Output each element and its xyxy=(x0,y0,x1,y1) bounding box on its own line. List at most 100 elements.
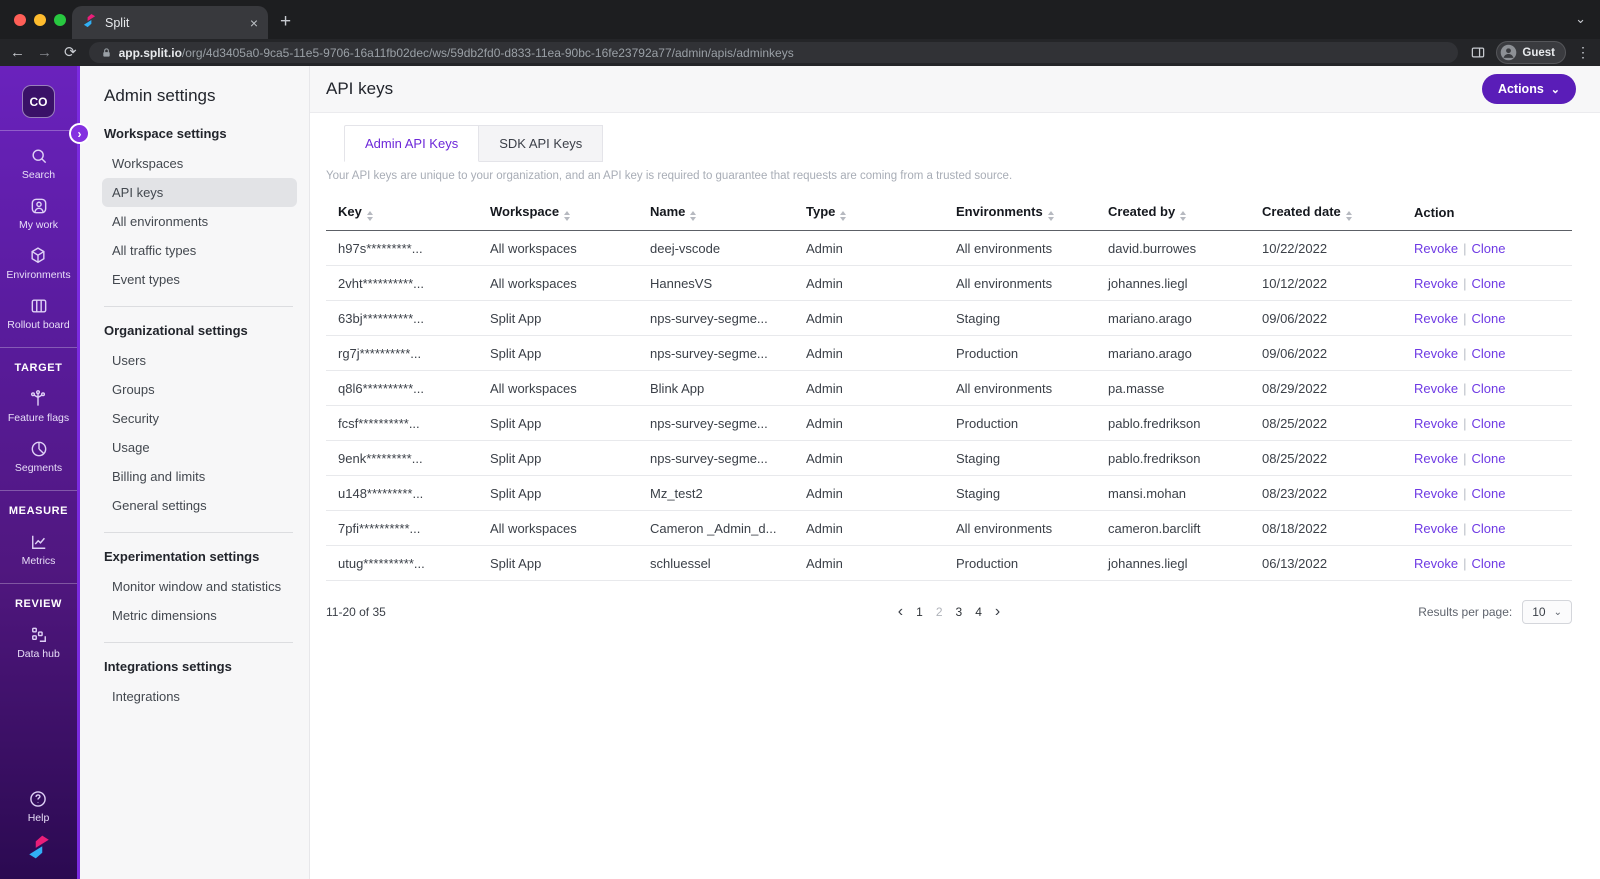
actions-button[interactable]: Actions ⌄ xyxy=(1481,74,1576,104)
sidebar-item-environments[interactable]: Environments xyxy=(6,246,71,281)
sort-icon[interactable] xyxy=(366,211,373,221)
clone-link[interactable]: Clone xyxy=(1471,486,1505,501)
cell-created-date: 08/25/2022 xyxy=(1250,405,1402,441)
revoke-link[interactable]: Revoke xyxy=(1414,451,1458,466)
sort-icon[interactable] xyxy=(1180,211,1187,221)
sidebar-item-billing-and-limits[interactable]: Billing and limits xyxy=(102,462,297,491)
sort-icon[interactable] xyxy=(1047,211,1054,221)
sidebar-item-my-work[interactable]: My work xyxy=(19,196,58,231)
cell-environments: Production xyxy=(944,335,1096,371)
url-bar[interactable]: app.split.io/org/4d3405a0-9ca5-11e5-9706… xyxy=(88,42,1459,63)
clone-link[interactable]: Clone xyxy=(1471,346,1505,361)
traffic-light-close[interactable] xyxy=(14,14,26,26)
sidebar-item-api-keys[interactable]: API keys xyxy=(102,178,297,207)
divider xyxy=(0,130,77,131)
sort-icon[interactable] xyxy=(564,211,571,221)
col-header-workspace[interactable]: Workspace xyxy=(478,196,638,231)
revoke-link[interactable]: Revoke xyxy=(1414,486,1458,501)
sidebar-item-security[interactable]: Security xyxy=(102,404,297,433)
sidebar-item-users[interactable]: Users xyxy=(102,346,297,375)
api-keys-table: Key Workspace Name Type Environments Cre… xyxy=(326,196,1572,581)
clone-link[interactable]: Clone xyxy=(1471,521,1505,536)
clone-link[interactable]: Clone xyxy=(1471,381,1505,396)
profile-chip[interactable]: Guest xyxy=(1496,41,1566,64)
traffic-light-minimize[interactable] xyxy=(34,14,46,26)
browser-menu-icon[interactable]: ⋮ xyxy=(1576,44,1590,61)
page-number-3[interactable]: 3 xyxy=(956,605,963,619)
reload-icon[interactable]: ⟳ xyxy=(64,45,77,60)
sort-icon[interactable] xyxy=(690,211,697,221)
tab-admin-api-keys[interactable]: Admin API Keys xyxy=(344,125,480,162)
clone-link[interactable]: Clone xyxy=(1471,241,1505,256)
divider xyxy=(0,347,77,348)
clone-link[interactable]: Clone xyxy=(1471,451,1505,466)
sidebar-item-data-hub[interactable]: Data hub xyxy=(17,625,60,660)
col-header-name[interactable]: Name xyxy=(638,196,794,231)
revoke-link[interactable]: Revoke xyxy=(1414,381,1458,396)
revoke-link[interactable]: Revoke xyxy=(1414,276,1458,291)
content-area: Admin API Keys SDK API Keys Your API key… xyxy=(310,113,1600,627)
cell-workspace: Split App xyxy=(478,545,638,581)
tab-sdk-api-keys[interactable]: SDK API Keys xyxy=(479,125,604,162)
revoke-link[interactable]: Revoke xyxy=(1414,416,1458,431)
sidebar-item-integrations[interactable]: Integrations xyxy=(102,682,297,711)
cell-name: nps-survey-segme... xyxy=(638,440,794,476)
forward-icon[interactable]: → xyxy=(37,45,52,60)
tab-close-icon[interactable]: × xyxy=(250,15,258,31)
page-number-4[interactable]: 4 xyxy=(975,605,982,619)
clone-link[interactable]: Clone xyxy=(1471,311,1505,326)
col-header-created-by[interactable]: Created by xyxy=(1096,196,1250,231)
revoke-link[interactable]: Revoke xyxy=(1414,311,1458,326)
cell-action: Revoke | Clone xyxy=(1402,335,1572,371)
cell-action: Revoke | Clone xyxy=(1402,475,1572,511)
revoke-link[interactable]: Revoke xyxy=(1414,521,1458,536)
revoke-link[interactable]: Revoke xyxy=(1414,556,1458,571)
sidebar-item-metrics[interactable]: Metrics xyxy=(22,532,55,567)
page-number-1[interactable]: 1 xyxy=(916,605,923,619)
sidebar-item-all-traffic-types[interactable]: All traffic types xyxy=(102,236,297,265)
cell-created-by: pa.masse xyxy=(1096,370,1250,406)
sidebar-item-search[interactable]: Search xyxy=(22,146,55,181)
back-icon[interactable]: ← xyxy=(10,45,25,60)
workspace-badge[interactable]: CO xyxy=(22,85,55,118)
browser-chrome: Split × + ⌄ ← → ⟳ app.split.io/org/4d340… xyxy=(0,0,1600,66)
sidebar-item-general-settings[interactable]: General settings xyxy=(102,491,297,520)
cell-workspace: All workspaces xyxy=(478,230,638,266)
tab-search-chevron-icon[interactable]: ⌄ xyxy=(1575,11,1586,27)
clone-link[interactable]: Clone xyxy=(1471,416,1505,431)
revoke-link[interactable]: Revoke xyxy=(1414,241,1458,256)
sidebar-item-feature-flags[interactable]: Feature flags xyxy=(8,389,69,424)
sidebar-item-all-environments[interactable]: All environments xyxy=(102,207,297,236)
cell-created-date: 09/06/2022 xyxy=(1250,335,1402,371)
new-tab-button[interactable]: + xyxy=(280,11,291,33)
cell-created-by: mariano.arago xyxy=(1096,335,1250,371)
sort-icon[interactable] xyxy=(1345,211,1352,221)
sidebar-item-monitor-window[interactable]: Monitor window and statistics xyxy=(102,572,297,601)
col-header-environments[interactable]: Environments xyxy=(944,196,1096,231)
cell-name: nps-survey-segme... xyxy=(638,335,794,371)
side-panel-icon[interactable] xyxy=(1470,45,1486,60)
col-header-created-date[interactable]: Created date xyxy=(1250,196,1402,231)
sidebar-expander-button[interactable]: › xyxy=(69,123,90,144)
revoke-link[interactable]: Revoke xyxy=(1414,346,1458,361)
sidebar-item-segments[interactable]: Metrics Segments xyxy=(15,439,62,474)
sidebar-item-help[interactable]: Help xyxy=(28,789,49,824)
cell-workspace: Split App xyxy=(478,405,638,441)
sidebar-item-usage[interactable]: Usage xyxy=(102,433,297,462)
clone-link[interactable]: Clone xyxy=(1471,276,1505,291)
sidebar-item-rollout-board[interactable]: Rollout board xyxy=(7,296,70,331)
browser-tab[interactable]: Split × xyxy=(72,6,268,39)
sidebar-item-workspaces[interactable]: Workspaces xyxy=(102,149,297,178)
divider xyxy=(0,583,77,584)
sidebar-item-event-types[interactable]: Event types xyxy=(102,265,297,294)
sort-icon[interactable] xyxy=(840,211,847,221)
prev-page-icon[interactable]: ‹ xyxy=(898,603,903,621)
sidebar-item-groups[interactable]: Groups xyxy=(102,375,297,404)
clone-link[interactable]: Clone xyxy=(1471,556,1505,571)
sidebar-item-metric-dimensions[interactable]: Metric dimensions xyxy=(102,601,297,630)
cell-name: schluessel xyxy=(638,545,794,581)
col-header-key[interactable]: Key xyxy=(326,196,478,231)
col-header-type[interactable]: Type xyxy=(794,196,944,231)
traffic-light-zoom[interactable] xyxy=(54,14,66,26)
next-page-icon[interactable]: › xyxy=(995,603,1000,621)
